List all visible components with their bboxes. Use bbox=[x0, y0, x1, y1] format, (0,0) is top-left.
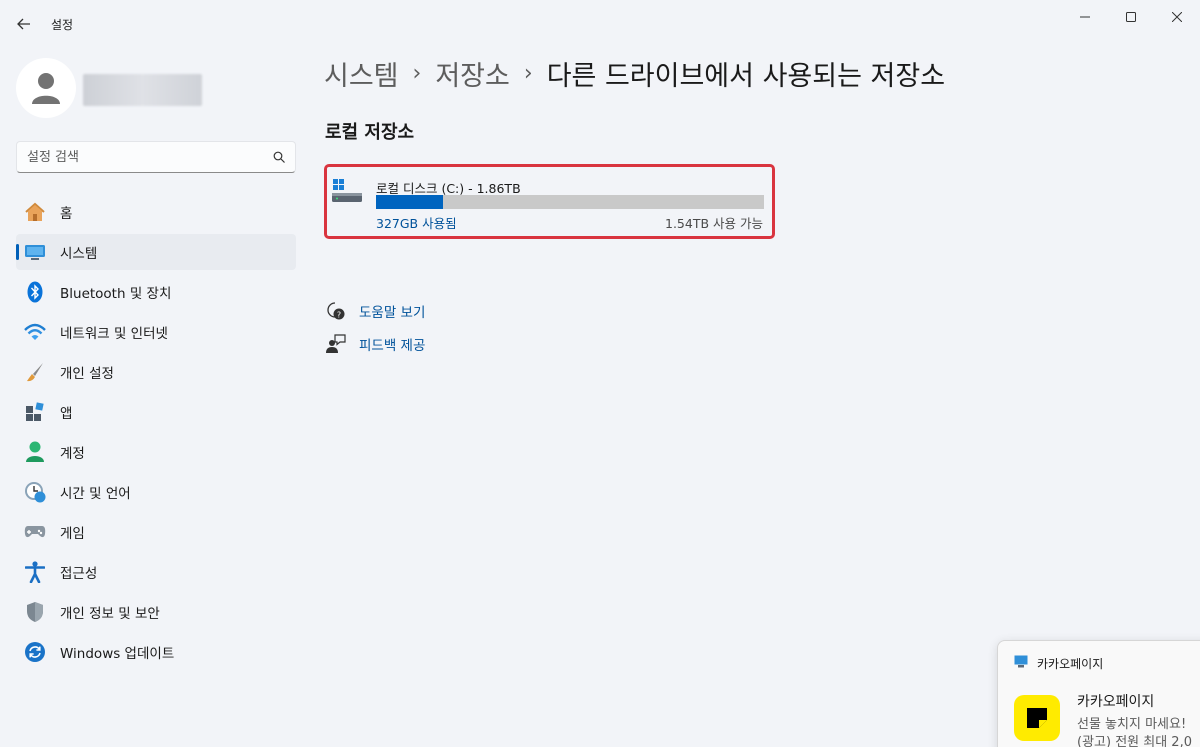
toast-title: 카카오페이지 bbox=[1077, 694, 1155, 710]
sidebar-item-label: 개인 설정 bbox=[60, 366, 114, 382]
sidebar-item-label: 개인 정보 및 보안 bbox=[60, 606, 160, 622]
back-arrow-icon bbox=[17, 18, 30, 30]
search-input[interactable] bbox=[27, 149, 273, 165]
sidebar-item-label: Bluetooth 및 장치 bbox=[60, 286, 172, 302]
bluetooth-icon bbox=[24, 281, 46, 303]
usage-bar bbox=[376, 195, 764, 209]
get-help-label: 도움말 보기 bbox=[359, 305, 426, 321]
sidebar-nav: 홈 시스템 Bluetooth 및 장치 네트워크 및 인터넷 개인 설정 앱 bbox=[16, 194, 296, 674]
help-icon: ? bbox=[325, 301, 347, 321]
minimize-icon bbox=[1080, 16, 1090, 18]
sidebar-item-accounts[interactable]: 계정 bbox=[16, 434, 296, 470]
profile-name-redacted bbox=[83, 74, 202, 106]
wifi-icon bbox=[24, 321, 46, 343]
breadcrumb-system[interactable]: 시스템 bbox=[324, 54, 399, 93]
search-box[interactable] bbox=[16, 141, 296, 173]
sidebar-item-label: 시간 및 언어 bbox=[60, 486, 131, 502]
avatar[interactable] bbox=[16, 58, 76, 118]
close-button[interactable] bbox=[1154, 0, 1200, 34]
usage-bar-fill bbox=[376, 195, 443, 209]
feedback-icon bbox=[325, 334, 347, 354]
toast-message-line: (광고) 전원 최대 2,0 bbox=[1077, 735, 1192, 747]
sidebar-item-label: 접근성 bbox=[60, 566, 98, 582]
get-help-link[interactable]: ? 도움말 보기 bbox=[325, 301, 425, 321]
apps-icon bbox=[24, 401, 46, 423]
give-feedback-link[interactable]: 피드백 제공 bbox=[325, 334, 425, 354]
maximize-icon bbox=[1126, 12, 1136, 22]
free-space-label: 1.54TB 사용 가능 bbox=[665, 216, 763, 231]
sidebar-item-gaming[interactable]: 게임 bbox=[16, 514, 296, 550]
close-icon bbox=[1172, 12, 1182, 22]
maximize-button[interactable] bbox=[1108, 0, 1154, 34]
sidebar-item-privacy[interactable]: 개인 정보 및 보안 bbox=[16, 594, 296, 630]
give-feedback-label: 피드백 제공 bbox=[359, 338, 426, 354]
sidebar-item-time-language[interactable]: 시간 및 언어 bbox=[16, 474, 296, 510]
notification-toast[interactable]: 카카오페이지 카카오페이지 선물 놓치지 마세요! (광고) 전원 최대 2,0 bbox=[997, 640, 1200, 747]
sidebar-item-label: 앱 bbox=[60, 406, 73, 422]
time-language-icon bbox=[24, 481, 46, 503]
home-icon bbox=[24, 201, 46, 223]
sidebar-item-label: 네트워크 및 인터넷 bbox=[60, 326, 168, 342]
chevron-right-icon: › bbox=[412, 61, 422, 86]
used-space-label: 327GB 사용됨 bbox=[376, 216, 457, 231]
title-bar: 설정 bbox=[0, 0, 1200, 48]
app-title: 설정 bbox=[51, 18, 74, 32]
svg-text:?: ? bbox=[337, 311, 341, 320]
section-title: 로컬 저장소 bbox=[325, 122, 415, 143]
account-icon bbox=[24, 441, 46, 463]
sidebar-item-system[interactable]: 시스템 bbox=[16, 234, 296, 270]
sidebar-item-label: Windows 업데이트 bbox=[60, 646, 175, 662]
update-icon bbox=[24, 641, 46, 663]
kakaopage-logo-icon bbox=[1014, 695, 1060, 741]
accessibility-icon bbox=[24, 561, 46, 583]
toast-app-name: 카카오페이지 bbox=[1037, 657, 1104, 671]
chevron-right-icon: › bbox=[523, 61, 533, 86]
sidebar-item-accessibility[interactable]: 접근성 bbox=[16, 554, 296, 590]
sidebar-item-label: 홈 bbox=[60, 206, 73, 222]
user-icon bbox=[32, 73, 60, 104]
system-icon bbox=[24, 241, 46, 263]
drive-card[interactable]: 로컬 디스크 (C:) - 1.86TB 327GB 사용됨 1.54TB 사용… bbox=[324, 164, 775, 239]
shield-icon bbox=[24, 601, 46, 623]
sidebar-item-network[interactable]: 네트워크 및 인터넷 bbox=[16, 314, 296, 350]
gamepad-icon bbox=[24, 521, 46, 543]
minimize-button[interactable] bbox=[1062, 0, 1108, 34]
brush-icon bbox=[24, 361, 46, 383]
sidebar-item-windows-update[interactable]: Windows 업데이트 bbox=[16, 634, 296, 670]
page-title: 다른 드라이브에서 사용되는 저장소 bbox=[546, 61, 946, 92]
sidebar-item-personalization[interactable]: 개인 설정 bbox=[16, 354, 296, 390]
toast-message-line: 선물 놓치지 마세요! bbox=[1077, 717, 1187, 732]
breadcrumb-storage[interactable]: 저장소 bbox=[435, 54, 510, 93]
sidebar-item-home[interactable]: 홈 bbox=[16, 194, 296, 230]
sidebar-item-bluetooth[interactable]: Bluetooth 및 장치 bbox=[16, 274, 296, 310]
back-button[interactable] bbox=[8, 8, 40, 40]
breadcrumb: 시스템 › 저장소 › 다른 드라이브에서 사용되는 저장소 bbox=[324, 54, 945, 93]
sidebar-item-label: 게임 bbox=[60, 526, 85, 542]
sidebar-item-apps[interactable]: 앱 bbox=[16, 394, 296, 430]
app-icon bbox=[1014, 655, 1028, 668]
sidebar-item-label: 시스템 bbox=[60, 246, 98, 262]
sidebar-item-label: 계정 bbox=[60, 446, 85, 462]
drive-icon bbox=[332, 179, 362, 202]
search-icon[interactable] bbox=[273, 151, 285, 163]
